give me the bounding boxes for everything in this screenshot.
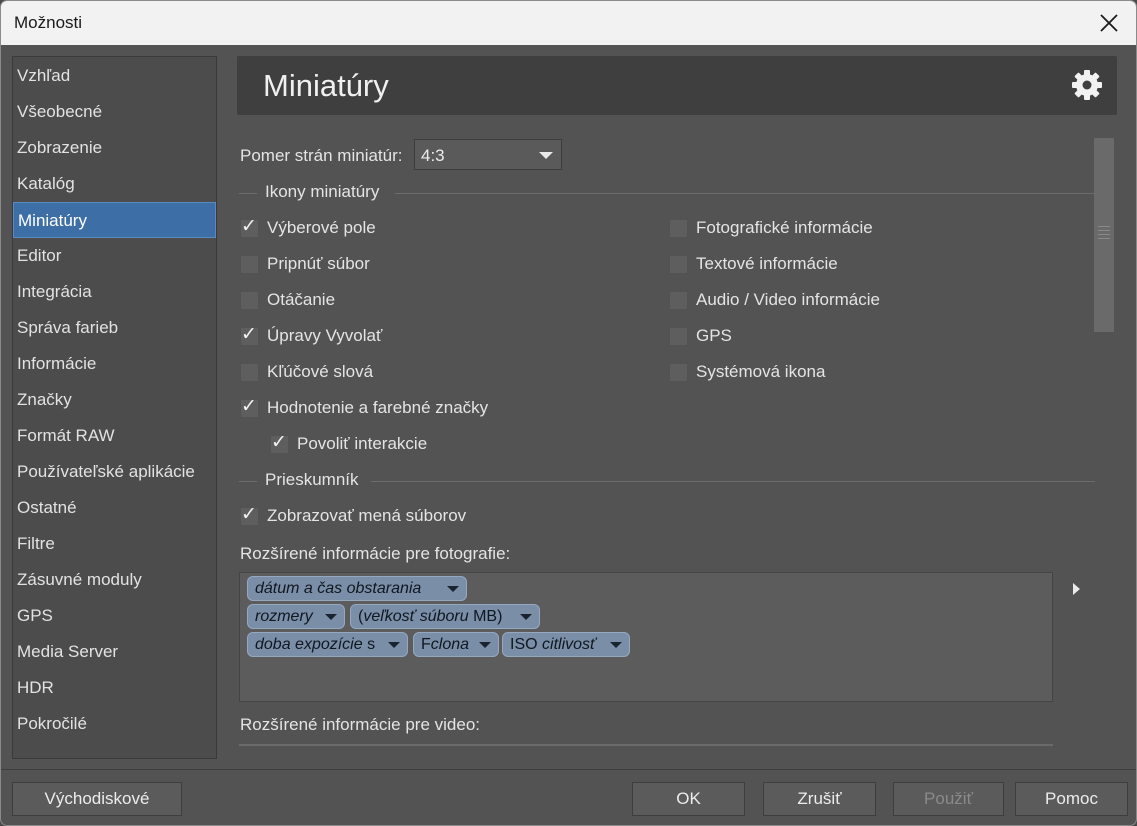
title-bar: Možnosti	[1, 1, 1136, 45]
chevron-down-icon	[520, 614, 532, 620]
chevron-right-icon[interactable]	[1073, 583, 1080, 595]
token-iso[interactable]: ISO citlivosť	[502, 632, 630, 657]
aspect-ratio-select[interactable]: 4:3	[414, 139, 562, 170]
checkbox-photo-info[interactable]: Fotografické informácie	[669, 217, 969, 241]
sidebar-item-gps[interactable]: GPS	[13, 598, 216, 634]
ok-button[interactable]: OK	[632, 782, 745, 816]
sidebar-item-sprava-farieb[interactable]: Správa farieb	[13, 310, 216, 346]
category-sidebar: Vzhľad Všeobecné Zobrazenie Katalóg Mini…	[12, 56, 217, 759]
help-button[interactable]: Pomoc	[1015, 782, 1128, 816]
checkbox-develop-edits[interactable]: ✓ Úpravy Vyvolať	[240, 325, 540, 349]
checkbox-rotation[interactable]: Otáčanie	[240, 289, 540, 313]
sidebar-item-filtre[interactable]: Filtre	[13, 526, 216, 562]
checkbox-allow-interaction[interactable]: ✓ Povoliť interakcie	[270, 433, 570, 457]
footer-divider	[1, 769, 1136, 770]
chevron-down-icon	[388, 642, 400, 648]
checkmark-icon: ✓	[271, 432, 287, 453]
sidebar-item-znacky[interactable]: Značky	[13, 382, 216, 418]
sidebar-item-pouzivatelske-aplikacie[interactable]: Používateľské aplikácie	[13, 454, 216, 490]
group-label-explorer: Prieskumník	[265, 470, 359, 489]
checkmark-icon: ✓	[241, 504, 257, 525]
token-aperture[interactable]: Fclona	[413, 632, 499, 657]
sidebar-item-hdr[interactable]: HDR	[13, 670, 216, 706]
sidebar-item-media-server[interactable]: Media Server	[13, 634, 216, 670]
close-icon[interactable]	[1098, 10, 1120, 34]
token-dimensions[interactable]: rozmery	[247, 604, 345, 629]
sidebar-item-editor[interactable]: Editor	[13, 238, 216, 274]
window-title: Možnosti	[14, 13, 83, 32]
checkbox-system-icon[interactable]: Systémová ikona	[669, 361, 969, 385]
checkbox-gps[interactable]: GPS	[669, 325, 969, 349]
chevron-down-icon	[325, 614, 337, 620]
aspect-ratio-label: Pomer strán miniatúr:	[240, 146, 403, 165]
chevron-down-icon	[610, 642, 622, 648]
extended-video-info-editor[interactable]	[239, 744, 1053, 746]
token-file-size[interactable]: (veľkosť súboru MB)	[350, 604, 540, 629]
extended-photo-label: Rozšírené informácie pre fotografie:	[240, 544, 511, 563]
checkbox-rating-colors[interactable]: ✓ Hodnotenie a farebné značky	[240, 397, 540, 421]
checkbox-keywords[interactable]: Kľúčové slová	[240, 361, 540, 385]
sidebar-item-informacie[interactable]: Informácie	[13, 346, 216, 382]
token-exposure-time[interactable]: doba expozície s	[247, 632, 408, 657]
checkmark-icon: ✓	[241, 324, 257, 345]
checkmark-icon: ✓	[241, 396, 257, 417]
checkbox-text-info[interactable]: Textové informácie	[669, 253, 969, 277]
apply-button[interactable]: Použiť	[893, 782, 1004, 816]
scrollbar-grip-icon	[1098, 226, 1110, 240]
checkbox-pin-file[interactable]: Pripnúť súbor	[240, 253, 540, 277]
extended-photo-info-editor[interactable]: dátum a čas obstarania rozmery (veľkosť …	[239, 572, 1053, 702]
extended-video-label: Rozšírené informácie pre video:	[240, 715, 481, 734]
group-label-icons: Ikony miniatúry	[265, 182, 380, 201]
aspect-ratio-value: 4:3	[421, 146, 445, 165]
sidebar-item-miniatury[interactable]: Miniatúry	[13, 202, 216, 238]
gear-icon[interactable]	[1071, 69, 1103, 101]
section-header: Miniatúry	[237, 56, 1117, 115]
page-title: Miniatúry	[263, 68, 389, 103]
settings-content: Pomer strán miniatúr: 4:3 Ikony miniatúr…	[239, 131, 1095, 747]
sidebar-item-pokrocile[interactable]: Pokročilé	[13, 706, 216, 742]
chevron-down-icon	[539, 152, 553, 159]
checkbox-selection-field[interactable]: ✓ Výberové pole	[240, 217, 540, 241]
group-thumbnail-icons: Ikony miniatúry	[239, 182, 1095, 204]
sidebar-item-integracia[interactable]: Integrácia	[13, 274, 216, 310]
sidebar-item-format-raw[interactable]: Formát RAW	[13, 418, 216, 454]
chevron-down-icon	[479, 642, 491, 648]
cancel-button[interactable]: Zrušiť	[763, 782, 876, 816]
sidebar-item-zobrazenie[interactable]: Zobrazenie	[13, 130, 216, 166]
checkbox-show-filenames[interactable]: ✓ Zobrazovať mená súborov	[240, 505, 540, 529]
defaults-button[interactable]: Východiskové	[12, 782, 182, 816]
group-explorer: Prieskumník	[239, 470, 1095, 492]
sidebar-item-ostatne[interactable]: Ostatné	[13, 490, 216, 526]
sidebar-item-zasuvne-moduly[interactable]: Zásuvné moduly	[13, 562, 216, 598]
sidebar-item-vzhlad[interactable]: Vzhľad	[13, 58, 216, 94]
chevron-down-icon	[447, 586, 459, 592]
options-dialog: Možnosti Vzhľad Všeobecné Zobrazenie Kat…	[0, 0, 1137, 826]
sidebar-item-katalog[interactable]: Katalóg	[13, 166, 216, 202]
token-capture-datetime[interactable]: dátum a čas obstarania	[247, 576, 467, 601]
checkbox-av-info[interactable]: Audio / Video informácie	[669, 289, 969, 313]
vertical-scrollbar[interactable]	[1094, 138, 1114, 332]
sidebar-item-vseobecne[interactable]: Všeobecné	[13, 94, 216, 130]
checkmark-icon: ✓	[241, 216, 257, 237]
